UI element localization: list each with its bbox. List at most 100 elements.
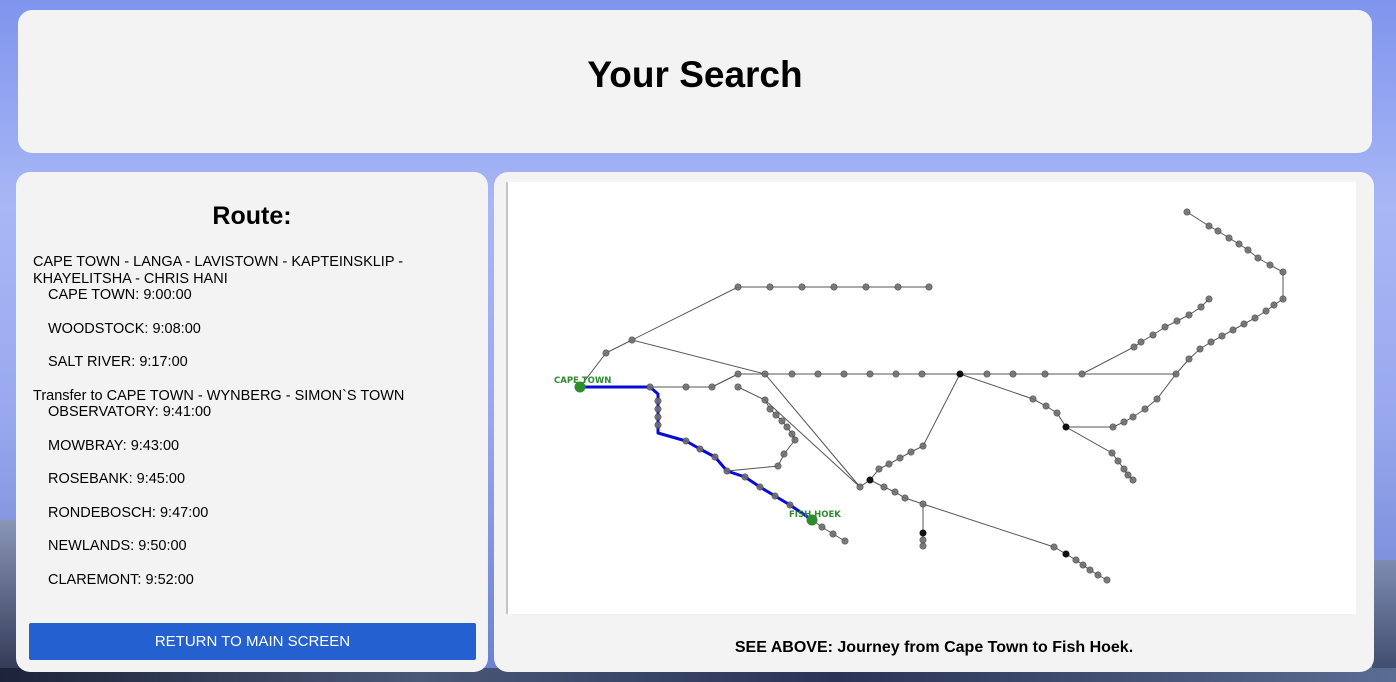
station-dot [1041,370,1049,378]
junction-dot [866,476,874,484]
rail-line [711,373,1176,388]
junction-dot [919,529,927,537]
search-header: Your Search [18,10,1372,153]
station-dot [602,349,610,357]
station-dot [1196,345,1204,353]
station-dot [1129,413,1137,421]
station-dot [925,283,933,291]
stop-item: WOODSTOCK: 9:08:00 [48,320,201,337]
stop-item: MOWBRAY: 9:43:00 [48,437,180,454]
station-dot [654,421,662,429]
transfer-title: Transfer to CAPE TOWN - WYNBERG - SIMON`… [33,387,405,404]
station-dot [1141,405,1149,413]
station-dot [791,436,799,444]
junction-dot [956,370,964,378]
station-dot [892,370,900,378]
station-dot [907,448,915,456]
station-dot [1266,261,1274,269]
station-dot [1129,476,1137,484]
station-dot [1149,331,1157,339]
stop-item: ROSEBANK: 9:45:00 [48,471,186,487]
station-dot [1218,332,1226,340]
station-dot [723,467,731,475]
station-dot [896,454,904,462]
station-dot [1161,323,1169,331]
page-title: Your Search [587,54,803,95]
station-dot [1079,561,1087,569]
station-dot [1078,370,1086,378]
station-dot [901,494,909,502]
station-dot [682,383,690,391]
station-dot [756,483,764,491]
stop-item: OBSERVATORY: 9:41:00 [48,404,212,420]
station-dot [761,370,769,378]
station-dot [841,537,849,545]
route-title: Route: [212,202,292,230]
station-dot [772,411,780,419]
station-dot [1109,423,1117,431]
station-dot [741,473,749,481]
station-dot [1279,295,1287,303]
station-dot [1225,234,1233,242]
station-dot [1029,395,1037,403]
station-dot [761,396,769,404]
station-dot [788,370,796,378]
station-dot [1197,303,1205,311]
station-dot [1072,556,1080,564]
station-dot [774,462,782,470]
stop-item: CLAREMONT: 9:52:00 [48,571,194,588]
station-dot [1262,307,1270,315]
station-dot [1042,402,1050,410]
station-dot [875,465,883,473]
rail-line [1081,298,1210,375]
station-dot [919,442,927,450]
station-dot [830,283,838,291]
station-dot [1086,566,1094,574]
stop-item: SALT RIVER: 9:17:00 [48,354,188,370]
station-dot [1172,370,1180,378]
station-dot [778,417,786,425]
station-dot [780,450,788,458]
return-to-main-button[interactable]: RETURN TO MAIN SCREEN [29,623,476,660]
station-dot [885,460,893,468]
rail-line [631,339,861,488]
station-dot [682,437,690,445]
station-dot [829,530,837,538]
station-dot [654,405,662,413]
station-dot [1205,222,1213,230]
stop-item: NEWLANDS: 9:50:00 [48,538,187,554]
origin-label: CAPE TOWN [554,376,611,386]
station-dot [1185,311,1193,319]
station-dot [1094,571,1102,579]
station-dot [771,492,779,500]
map-caption: SEE ABOVE: Journey from Cape Town to Fis… [734,639,1134,656]
station-dot [919,542,927,550]
station-dot [711,453,719,461]
station-dot [1120,465,1128,473]
station-dot [1114,457,1122,465]
junction-dot [1062,550,1070,558]
rail-network-map: CAPE TOWN FISH HOEK [506,182,1356,614]
station-dot [894,283,902,291]
station-dot [818,523,826,531]
station-dot [1205,295,1213,303]
line-title: CAPE TOWN - LANGA - LAVISTOWN - KAPTEINS… [33,254,404,287]
station-dot [783,423,791,431]
station-dot [919,536,927,544]
station-dot [654,413,662,421]
station-dot [788,430,796,438]
junction-dot [1062,423,1070,431]
station-dot [1229,326,1237,334]
rail-line [859,373,961,488]
station-dot [918,370,926,378]
station-dot [1185,355,1193,363]
station-dot [1137,338,1145,346]
station-dot [646,383,654,391]
rail-line [764,399,861,488]
stop-item: CAPE TOWN: 9:00:00 [48,287,192,303]
station-dot [798,283,806,291]
station-dot [734,283,742,291]
station-dot [983,370,991,378]
station-dot [814,370,822,378]
journey-route [580,385,813,522]
